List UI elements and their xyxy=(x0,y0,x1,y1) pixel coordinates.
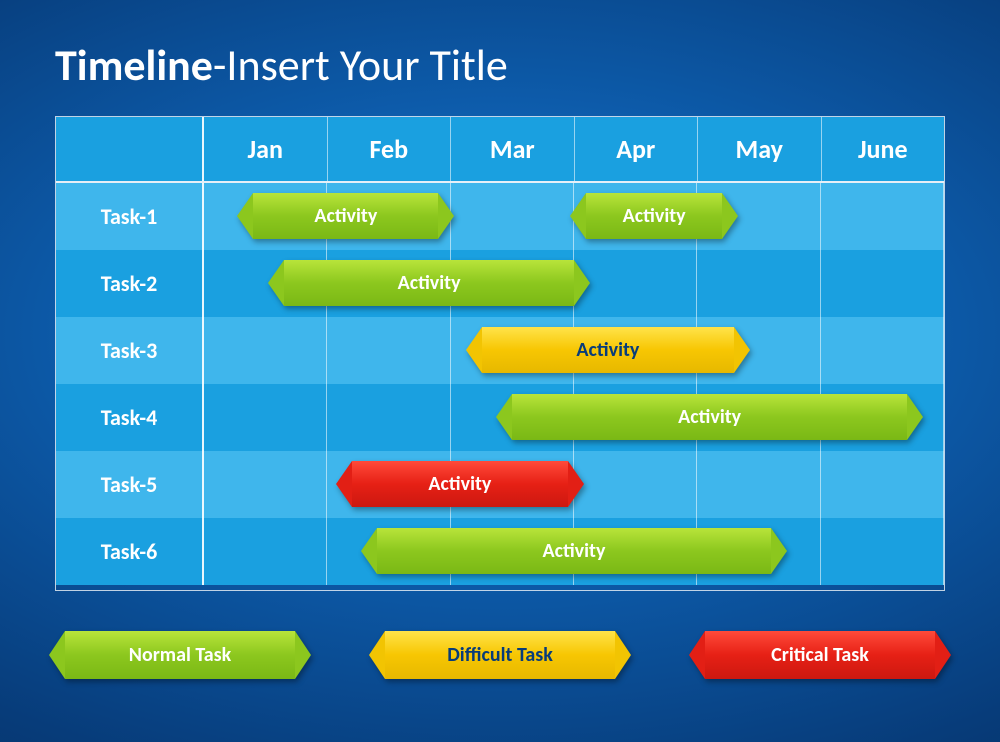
month-header-cols: JanFebMarAprMayJune xyxy=(204,117,944,181)
task-cols: Activity xyxy=(204,518,944,585)
task-cols: ActivityActivity xyxy=(204,183,944,250)
legend-item-yellow: Difficult Task xyxy=(385,631,615,679)
task-label: Task-6 xyxy=(56,518,204,585)
cell xyxy=(327,183,450,250)
month-header-mar: Mar xyxy=(451,117,575,181)
cell xyxy=(574,183,697,250)
cell xyxy=(821,384,944,451)
cell xyxy=(697,518,820,585)
task-label: Task-5 xyxy=(56,451,204,518)
month-header-may: May xyxy=(698,117,822,181)
month-header-jan: Jan xyxy=(204,117,328,181)
task-cols: Activity xyxy=(204,317,944,384)
task-row: Task-1ActivityActivity xyxy=(56,183,944,250)
cell xyxy=(204,518,327,585)
month-header-apr: Apr xyxy=(575,117,699,181)
task-label: Task-3 xyxy=(56,317,204,384)
cell xyxy=(821,451,944,518)
cell xyxy=(697,317,820,384)
task-cols: Activity xyxy=(204,384,944,451)
legend-label: Critical Task xyxy=(705,631,935,679)
bar-cap-left-icon xyxy=(49,631,65,679)
bar-cap-left-icon xyxy=(369,631,385,679)
cell xyxy=(574,518,697,585)
cell xyxy=(821,250,944,317)
cell xyxy=(204,384,327,451)
legend: Normal Task Difficult Task Critical Task xyxy=(55,631,945,679)
legend-label: Difficult Task xyxy=(385,631,615,679)
bar-cap-right-icon xyxy=(615,631,631,679)
cell xyxy=(204,317,327,384)
cell xyxy=(821,183,944,250)
task-row: Task-2Activity xyxy=(56,250,944,317)
task-cols: Activity xyxy=(204,250,944,317)
legend-item-green: Normal Task xyxy=(65,631,295,679)
task-label: Task-4 xyxy=(56,384,204,451)
cell xyxy=(451,183,574,250)
cell xyxy=(821,518,944,585)
title-bold: Timeline xyxy=(55,38,213,92)
cell xyxy=(574,317,697,384)
month-header-row: JanFebMarAprMayJune xyxy=(56,117,944,183)
cell xyxy=(697,183,820,250)
legend-label: Normal Task xyxy=(65,631,295,679)
cell xyxy=(204,451,327,518)
task-row: Task-3Activity xyxy=(56,317,944,384)
cell xyxy=(327,250,450,317)
cell xyxy=(574,250,697,317)
task-label: Task-1 xyxy=(56,183,204,250)
bar-cap-right-icon xyxy=(295,631,311,679)
header-spacer xyxy=(56,117,204,181)
cell xyxy=(204,183,327,250)
cell xyxy=(821,317,944,384)
cell xyxy=(327,384,450,451)
cell xyxy=(451,250,574,317)
cell xyxy=(204,250,327,317)
cell xyxy=(451,317,574,384)
gantt-chart: JanFebMarAprMayJune Task-1ActivityActivi… xyxy=(55,116,945,591)
cell xyxy=(327,518,450,585)
month-header-feb: Feb xyxy=(328,117,452,181)
task-row: Task-4Activity xyxy=(56,384,944,451)
bar-cap-right-icon xyxy=(935,631,951,679)
cell xyxy=(574,384,697,451)
task-label: Task-2 xyxy=(56,250,204,317)
month-header-june: June xyxy=(822,117,945,181)
task-row: Task-6Activity xyxy=(56,518,944,585)
title-rest: -Insert Your Title xyxy=(213,38,508,92)
cell xyxy=(574,451,697,518)
cell xyxy=(697,451,820,518)
cell xyxy=(451,451,574,518)
cell xyxy=(327,317,450,384)
task-cols: Activity xyxy=(204,451,944,518)
task-row: Task-5Activity xyxy=(56,451,944,518)
cell xyxy=(327,451,450,518)
cell xyxy=(697,384,820,451)
cell xyxy=(697,250,820,317)
bar-cap-left-icon xyxy=(689,631,705,679)
cell xyxy=(451,518,574,585)
cell xyxy=(451,384,574,451)
legend-item-red: Critical Task xyxy=(705,631,935,679)
page-title: Timeline-Insert Your Title xyxy=(55,38,945,92)
